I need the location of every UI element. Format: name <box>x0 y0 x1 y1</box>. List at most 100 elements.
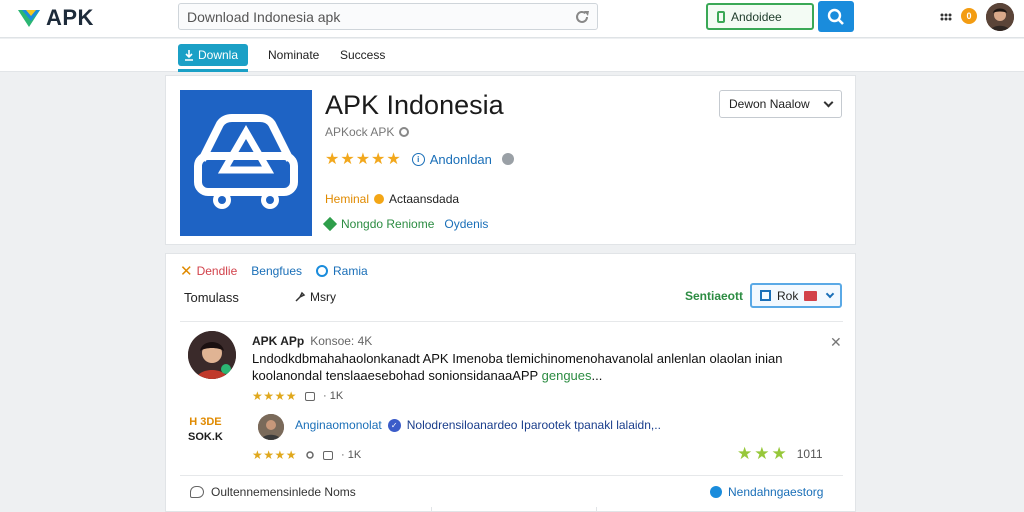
footer-link[interactable]: Nendahngaestorg <box>710 485 823 499</box>
refresh-ring-icon <box>316 265 328 277</box>
review-header: APK APp Konsoe: 4K <box>252 334 372 348</box>
divider <box>596 507 597 512</box>
logo[interactable]: APK <box>16 5 94 31</box>
filter-ramia[interactable]: Ramia <box>316 264 368 278</box>
review2-text: Nolodrensiloanardeo Iparootek tpanakl la… <box>406 418 661 432</box>
chat-icon <box>190 486 204 498</box>
rating-info-label: Andonldan <box>429 151 492 167</box>
rating-info-link[interactable]: i Andonldan <box>411 151 492 167</box>
logo-triangle-icon <box>18 10 40 27</box>
comments-footer-label: Oultennemensinlede Noms <box>211 485 356 499</box>
search-box <box>178 3 598 30</box>
reviewer-name[interactable]: APK APp <box>252 334 304 348</box>
device-icon <box>717 10 725 23</box>
review-count: · 1K <box>323 390 344 402</box>
reviewer2-name[interactable]: Anginaomonolat <box>295 418 382 432</box>
rating-stars: ★★★★★ <box>325 151 402 168</box>
app-subtitle: APKock APK <box>325 125 410 139</box>
car-icon <box>194 114 298 209</box>
search-button[interactable] <box>818 1 854 32</box>
filter-dendlie[interactable]: ✕ Dendlie <box>180 262 237 280</box>
download-dropdown-label: Dewon Naalow <box>729 97 810 111</box>
reply-icon[interactable] <box>323 450 334 460</box>
comments-footer[interactable]: Oultennemensinlede Noms <box>190 485 356 499</box>
apps-grid-icon[interactable] <box>940 13 952 21</box>
pin-icon <box>295 291 306 302</box>
tag-nongdo-label: Nongdo Reniome <box>341 217 435 231</box>
filter-ramia-label: Ramia <box>333 264 368 278</box>
review2-count: · 1K <box>341 449 362 461</box>
filter-dendlie-label: Dendlie <box>196 264 238 278</box>
orange-status-icon <box>374 194 385 204</box>
sentiment-select[interactable]: Rok <box>750 283 842 308</box>
divider <box>180 475 843 476</box>
tab-nominate[interactable]: Nominate <box>268 44 319 66</box>
review-body-highlight[interactable]: gengues <box>542 368 592 383</box>
square-icon <box>760 290 771 301</box>
cross-icon: ✕ <box>180 263 193 280</box>
info-icon: i <box>411 152 425 166</box>
sort-label[interactable]: Tomulass <box>184 290 239 305</box>
review-stars: ★★★★ <box>252 389 298 403</box>
flag-icon <box>804 290 818 301</box>
refresh-icon[interactable] <box>573 8 591 26</box>
app-info-card: APK Indonesia APKock APK ★★★★★ i Andonld… <box>165 75 856 245</box>
review2-green-stars: ★★★ <box>737 444 789 463</box>
sentiment-select-label: Rok <box>777 288 799 303</box>
sort-option[interactable]: Msry <box>294 290 336 304</box>
user-avatar[interactable] <box>986 3 1014 31</box>
sort-option-label: Msry <box>310 290 336 304</box>
top-bar: APK Andoidee 0 <box>0 0 1024 38</box>
download-dropdown[interactable]: Dewon Naalow <box>719 90 842 118</box>
review-body-line2-text: koolanondal tenslaaesebohad sonionsidana… <box>252 368 538 383</box>
tab-downla-label: Downla <box>198 48 239 62</box>
review2-actions: ★★★★ · 1K <box>252 448 361 462</box>
meta-heminal-label: Heminal <box>325 192 370 206</box>
verified-icon: ✓ <box>387 418 401 432</box>
app-title: APK Indonesia <box>325 90 504 120</box>
tab-bar: Downla Nominate Success <box>0 39 1024 72</box>
tag-oydenis[interactable]: Oydenis <box>444 217 488 231</box>
review2-rating-count: 1011 <box>796 447 823 461</box>
filter-row: ✕ Dendlie Bengfues Ramia <box>180 262 368 280</box>
gear-icon <box>710 486 722 498</box>
review-body-line2: koolanondal tenslaaesebohad sonionsidana… <box>252 368 603 383</box>
reviewer-photo-icon <box>188 331 236 379</box>
meta-heminal-value: Actaansdada <box>389 192 460 206</box>
app-subtitle-text: APKock APK <box>325 125 395 139</box>
download-tag-icon <box>185 50 193 61</box>
reviewer2-photo-icon <box>258 414 284 440</box>
logo-text: APK <box>46 5 94 30</box>
more-dot-icon[interactable] <box>501 153 514 165</box>
tab-success[interactable]: Success <box>340 44 385 66</box>
chevron-down-icon <box>826 289 835 299</box>
review2-header: Anginaomonolat ✓ Nolodrensiloanardeo Ipa… <box>295 418 661 432</box>
reviews-card: ✕ Dendlie Bengfues Ramia Tomulass Msry S… <box>165 253 856 512</box>
score-badge-line1: H 3DE <box>189 416 222 428</box>
filter-bengfues[interactable]: Bengfues <box>251 264 302 278</box>
green-diamond-icon <box>322 216 338 232</box>
tab-downla[interactable]: Downla <box>178 44 248 72</box>
reply-icon[interactable] <box>305 391 316 401</box>
settings-icon[interactable] <box>305 450 315 460</box>
search-icon <box>827 8 844 25</box>
app-icon <box>180 90 312 236</box>
search-input[interactable] <box>179 4 559 29</box>
settings-mini-icon <box>399 127 410 137</box>
meta-row-heminal: Heminal Actaansdada <box>325 192 459 206</box>
footer-link-label: Nendahngaestorg <box>728 485 824 499</box>
close-icon[interactable]: ✕ <box>830 334 842 351</box>
review-body-line1: Lndodkdbmahahaolonkanadt APK Imenoba tle… <box>252 351 783 366</box>
review2-rating: ★★★ 1011 <box>737 444 823 464</box>
score-badge: H 3DE SOK.K <box>188 415 223 445</box>
sentiment-label: Sentiaeott <box>685 289 744 303</box>
chevron-down-icon <box>823 97 834 107</box>
rating-row: ★★★★★ i Andonldan <box>325 149 514 169</box>
meta-row-tags: Nongdo Reniome Oydenis <box>322 216 488 232</box>
notification-badge[interactable]: 0 <box>961 8 977 24</box>
andoidee-button[interactable]: Andoidee <box>706 3 814 30</box>
reviewer-avatar[interactable] <box>188 331 236 379</box>
reviewer2-avatar[interactable] <box>258 414 284 440</box>
tag-nongdo[interactable]: Nongdo Reniome <box>322 216 435 232</box>
review2-stars: ★★★★ <box>252 448 298 462</box>
